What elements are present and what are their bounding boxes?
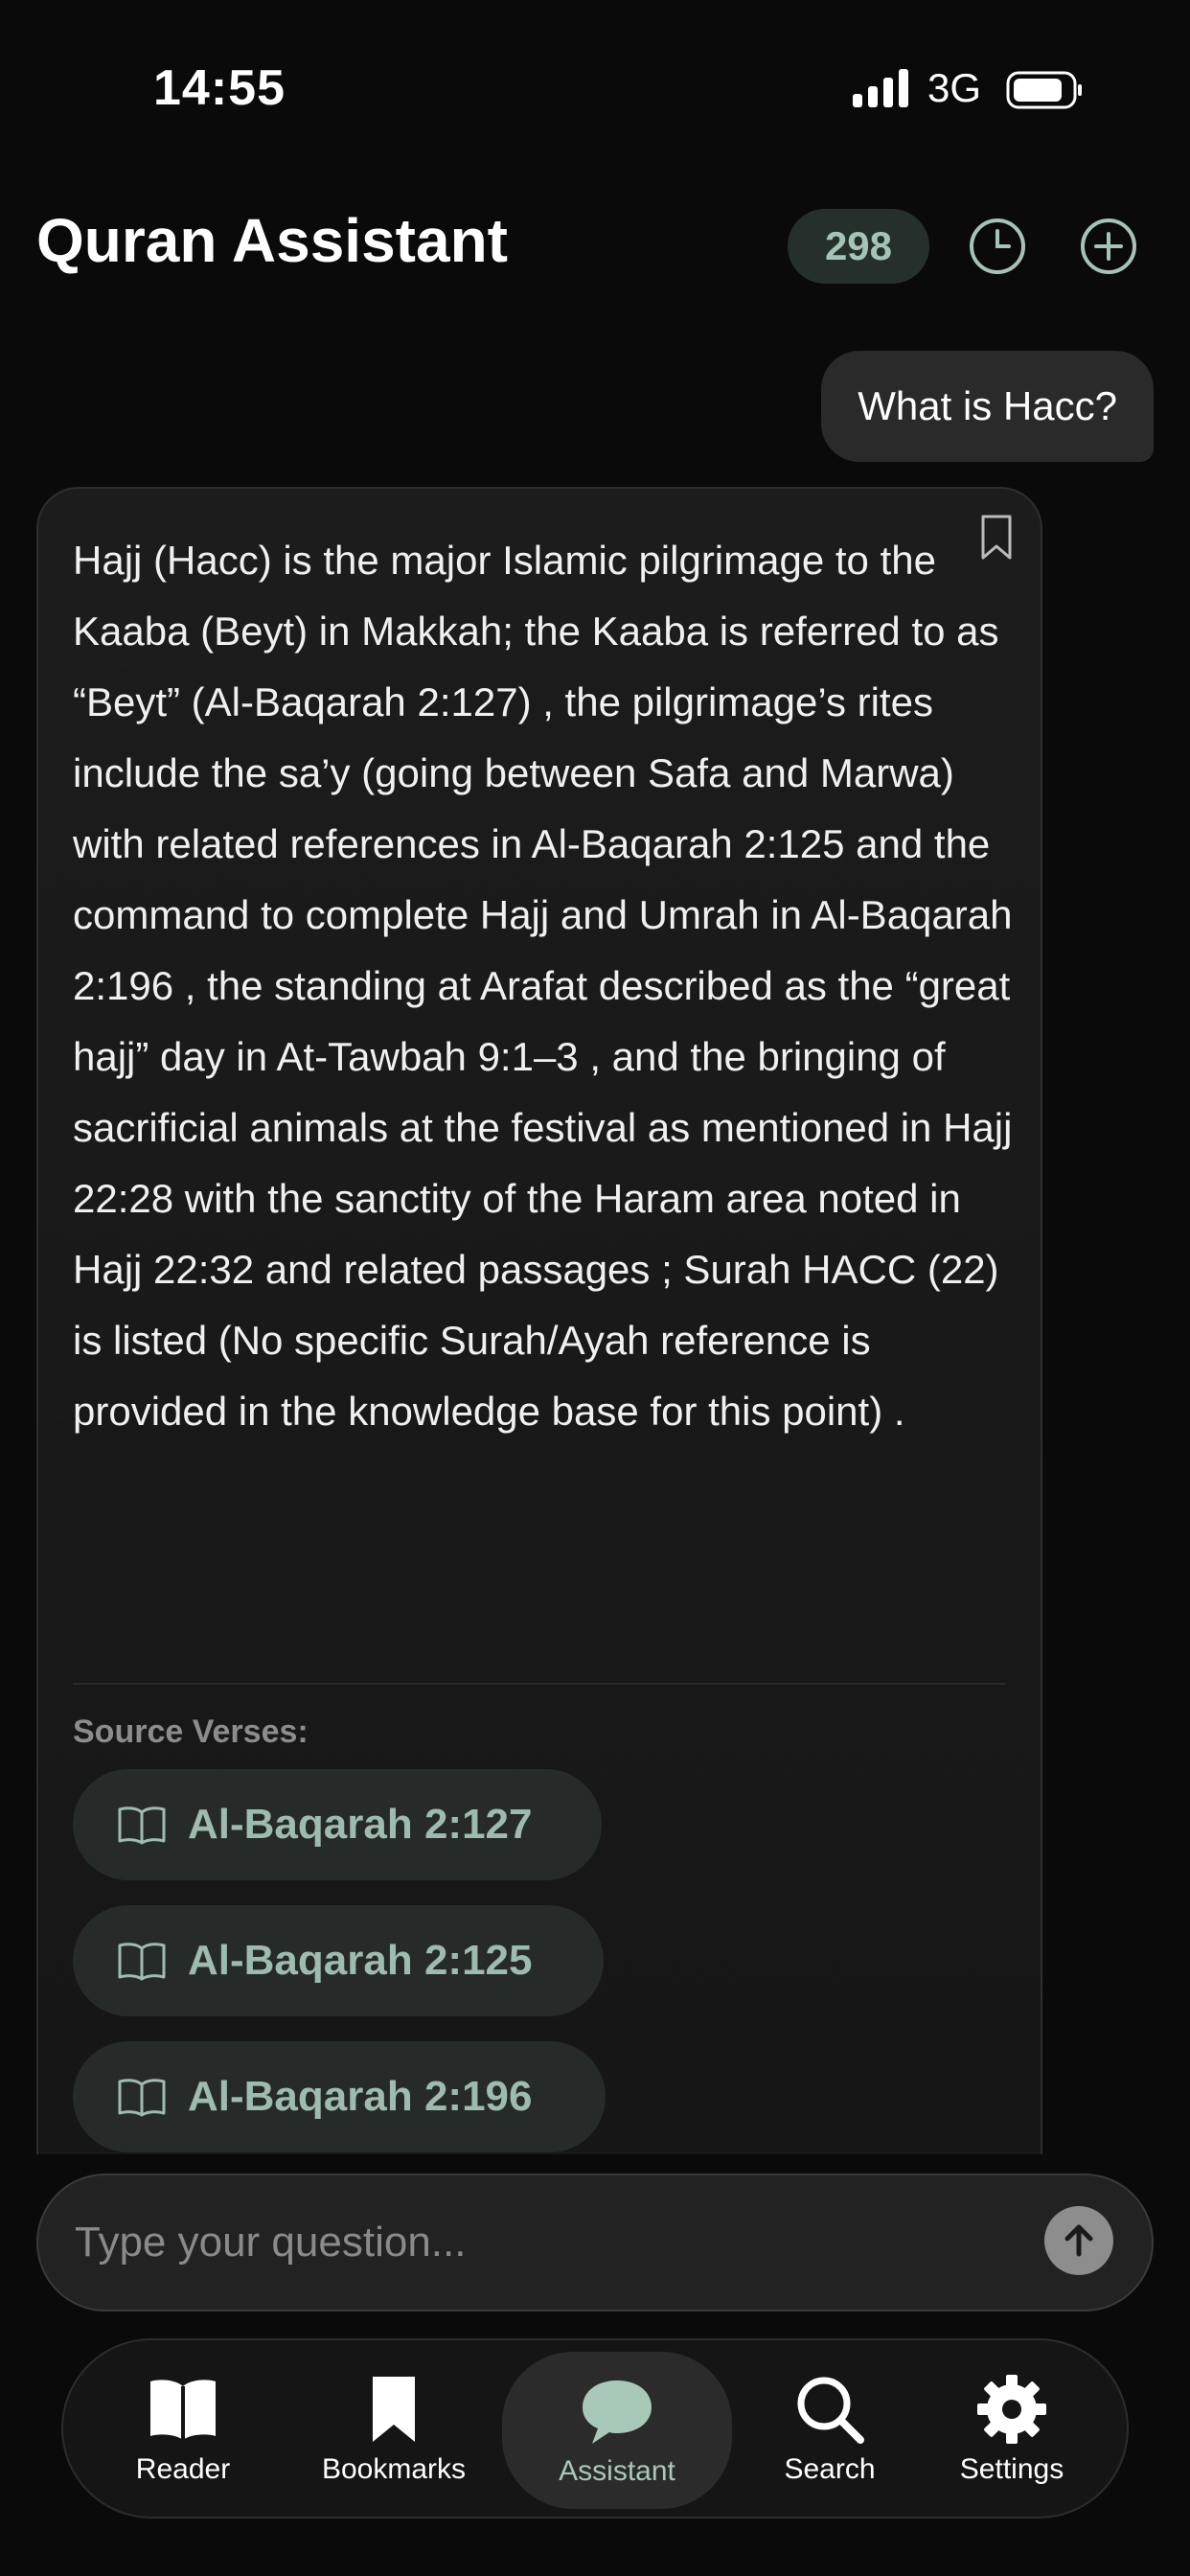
question-input-bar <box>36 2174 1154 2312</box>
tab-label: Search <box>784 2453 876 2485</box>
user-message: What is Hacc? <box>821 351 1154 462</box>
history-icon[interactable] <box>968 217 1027 276</box>
tab-label: Settings <box>959 2453 1064 2485</box>
tab-assistant[interactable]: Assistant <box>502 2352 732 2509</box>
gear-icon <box>977 2375 1046 2444</box>
page-title: Quran Assistant <box>36 206 508 275</box>
bookmark-icon <box>373 2377 415 2442</box>
book-open-icon <box>150 2380 216 2440</box>
chat-bubble-icon <box>583 2380 652 2444</box>
book-open-icon <box>118 1943 166 1981</box>
source-verse-label: Al-Baqarah 2:196 <box>188 2073 533 2120</box>
signal-icon <box>853 69 908 107</box>
divider <box>73 1683 1006 1685</box>
send-button[interactable] <box>1044 2206 1113 2275</box>
tab-label: Assistant <box>559 2455 675 2487</box>
source-verse-label: Al-Baqarah 2:127 <box>188 1801 533 1848</box>
tab-label: Bookmarks <box>321 2453 467 2485</box>
count-badge[interactable]: 298 <box>788 209 929 284</box>
answer-text: Hajj (Hacc) is the major Islamic pilgrim… <box>73 538 1013 1434</box>
book-open-icon <box>118 2079 166 2117</box>
search-icon <box>797 2377 864 2444</box>
book-open-icon <box>118 1806 166 1845</box>
source-verse-chip[interactable]: Al-Baqarah 2:196 <box>73 2041 606 2152</box>
status-time: 14:55 <box>153 60 286 116</box>
sources-label: Source Verses: <box>73 1714 309 1750</box>
tab-search[interactable]: Search <box>753 2340 906 2517</box>
source-verse-chip[interactable]: Al-Baqarah 2:125 <box>73 1905 604 2016</box>
tab-bar: Reader Bookmarks Assistant Search Settin… <box>61 2338 1129 2518</box>
tab-reader[interactable]: Reader <box>111 2340 255 2517</box>
question-input[interactable] <box>73 2218 939 2267</box>
assistant-answer-card: Hajj (Hacc) is the major Islamic pilgrim… <box>36 487 1042 2154</box>
bookmark-icon[interactable] <box>979 514 1014 562</box>
tab-settings[interactable]: Settings <box>935 2340 1088 2517</box>
arrow-up-icon <box>1064 2224 1093 2257</box>
source-verse-chip[interactable]: Al-Baqarah 2:127 <box>73 1769 602 1880</box>
battery-icon <box>1006 71 1082 109</box>
network-type: 3G <box>927 65 982 110</box>
source-verse-label: Al-Baqarah 2:125 <box>188 1937 533 1984</box>
tab-label: Reader <box>135 2453 231 2485</box>
tab-bookmarks[interactable]: Bookmarks <box>312 2340 475 2517</box>
new-chat-icon[interactable] <box>1079 217 1138 276</box>
